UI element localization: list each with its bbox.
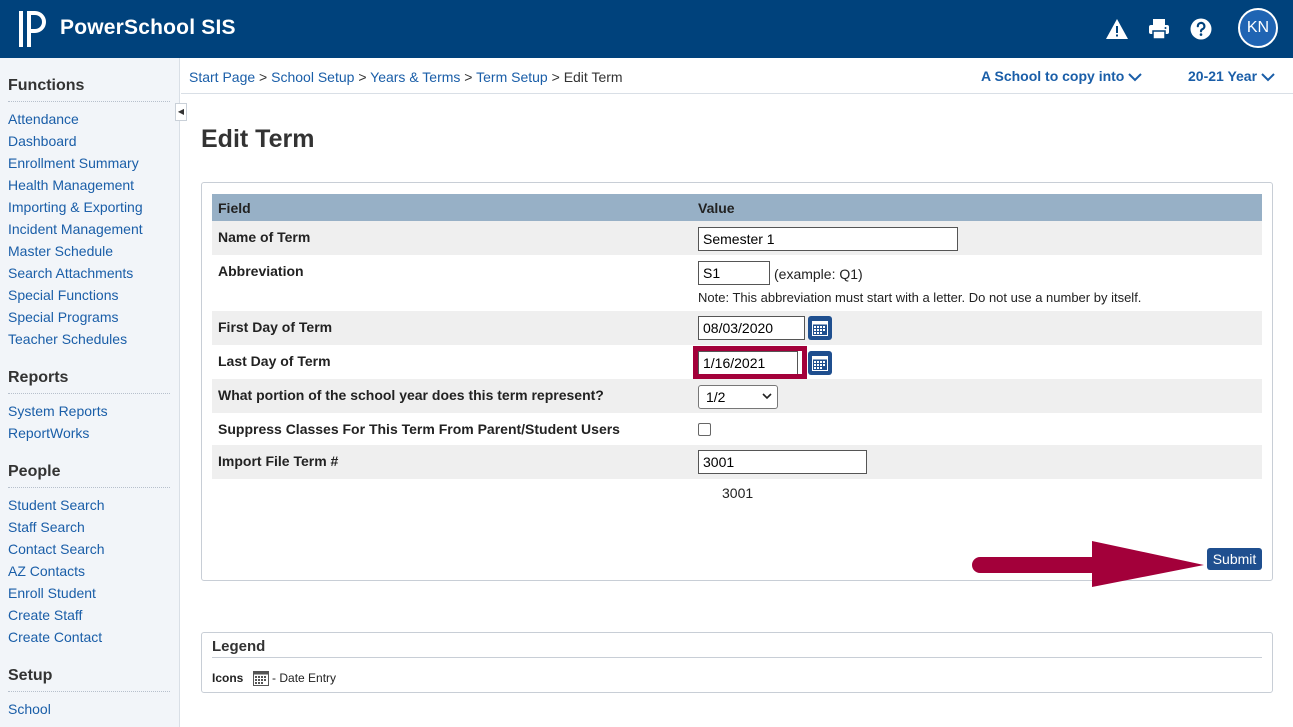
breadcrumb-separator: >	[259, 69, 268, 85]
breadcrumb-current: Edit Term	[563, 69, 623, 85]
table-header: Field Value	[212, 194, 1262, 221]
first-day-input[interactable]: 08/03/2020	[698, 316, 805, 340]
legend-icons-label: Icons	[212, 671, 244, 685]
page-title: Edit Term	[201, 125, 315, 153]
sidebar-section-title: Setup	[8, 667, 170, 692]
warning-icon[interactable]	[1105, 17, 1129, 41]
legend-title: Legend	[212, 638, 266, 655]
portion-label: What portion of the school year does thi…	[218, 387, 604, 403]
sidebar-item-reportworks[interactable]: ReportWorks	[8, 422, 170, 444]
printer-icon[interactable]	[1147, 17, 1171, 41]
sidebar-item-create-contact[interactable]: Create Contact	[8, 626, 170, 648]
legend-date-entry-label: - Date Entry	[272, 671, 337, 685]
sidebar-item-contact-search[interactable]: Contact Search	[8, 538, 170, 560]
breadcrumb-school-setup[interactable]: School Setup	[271, 69, 354, 85]
sidebar-item-az-contacts[interactable]: AZ Contacts	[8, 560, 170, 582]
breadcrumb-separator: >	[551, 69, 560, 85]
name-of-term-label: Name of Term	[218, 229, 311, 245]
breadcrumb-bar: Start Page > School Setup > Years & Term…	[181, 58, 1293, 94]
abbreviation-label: Abbreviation	[218, 263, 304, 279]
portion-row: What portion of the school year does thi…	[212, 379, 1262, 413]
sidebar-item-enrollment-summary[interactable]: Enrollment Summary	[8, 152, 170, 174]
sidebar-item-search-attachments[interactable]: Search Attachments	[8, 262, 170, 284]
abbreviation-example: (example: Q1)	[774, 266, 863, 282]
calendar-icon[interactable]	[808, 351, 832, 375]
sidebar-item-student-search[interactable]: Student Search	[8, 494, 170, 516]
arrow-pointer-icon	[972, 541, 1204, 587]
help-icon[interactable]	[1189, 17, 1213, 41]
first-day-row: First Day of Term 08/03/2020	[212, 311, 1262, 345]
chevron-down-icon	[762, 393, 772, 400]
suppress-row: Suppress Classes For This Term From Pare…	[212, 413, 1262, 447]
portion-select-value: 1/2	[706, 389, 726, 405]
sidebar-item-create-staff[interactable]: Create Staff	[8, 604, 170, 626]
sidebar-item-school[interactable]: School	[8, 698, 170, 720]
sidebar-item-enroll-student[interactable]: Enroll Student	[8, 582, 170, 604]
import-file-display: 3001	[722, 485, 754, 501]
edit-term-form: Field Value Name of Term Semester 1 Abbr…	[201, 182, 1273, 581]
top-header: PowerSchool SIS KN	[0, 0, 1293, 58]
sidebar-section-reports: Reports System Reports ReportWorks	[8, 369, 170, 444]
sidebar-item-health-management[interactable]: Health Management	[8, 174, 170, 196]
submit-button[interactable]: Submit	[1207, 548, 1262, 570]
sidebar-item-importing-exporting[interactable]: Importing & Exporting	[8, 196, 170, 218]
suppress-checkbox[interactable]	[698, 423, 711, 436]
sidebar-section-title: Functions	[8, 77, 170, 102]
school-selector-label: A School to copy into	[981, 68, 1125, 84]
breadcrumb-separator: >	[464, 69, 473, 85]
breadcrumb: Start Page > School Setup > Years & Term…	[189, 69, 623, 85]
app-name[interactable]: PowerSchool SIS	[60, 16, 236, 40]
sidebar-section-setup: Setup School	[8, 667, 170, 720]
name-of-term-input[interactable]: Semester 1	[698, 227, 958, 251]
import-file-row: Import File Term # 3001	[212, 445, 1262, 479]
sidebar-item-special-functions[interactable]: Special Functions	[8, 284, 170, 306]
column-header-field: Field	[218, 200, 251, 216]
chevron-down-icon	[1261, 73, 1275, 82]
name-of-term-row: Name of Term Semester 1	[212, 221, 1262, 255]
sidebar-item-staff-search[interactable]: Staff Search	[8, 516, 170, 538]
breadcrumb-years-terms[interactable]: Years & Terms	[370, 69, 460, 85]
breadcrumb-start-page[interactable]: Start Page	[189, 69, 255, 85]
column-header-value: Value	[698, 200, 735, 216]
sidebar-item-dashboard[interactable]: Dashboard	[8, 130, 170, 152]
breadcrumb-separator: >	[358, 69, 367, 85]
last-day-highlight-box	[693, 346, 807, 379]
suppress-label: Suppress Classes For This Term From Pare…	[218, 421, 620, 437]
last-day-label: Last Day of Term	[218, 353, 331, 369]
first-day-label: First Day of Term	[218, 319, 333, 335]
import-file-label: Import File Term #	[218, 453, 339, 469]
collapse-sidebar-icon[interactable]: ◀	[175, 103, 187, 121]
sidebar-item-master-schedule[interactable]: Master Schedule	[8, 240, 170, 262]
sidebar-item-special-programs[interactable]: Special Programs	[8, 306, 170, 328]
user-avatar[interactable]: KN	[1238, 8, 1278, 48]
sidebar-item-teacher-schedules[interactable]: Teacher Schedules	[8, 328, 170, 350]
sidebar-item-system-reports[interactable]: System Reports	[8, 400, 170, 422]
calendar-icon[interactable]	[808, 316, 832, 340]
sidebar: Functions Attendance Dashboard Enrollmen…	[0, 58, 180, 727]
breadcrumb-term-setup[interactable]: Term Setup	[476, 69, 548, 85]
abbreviation-row: Abbreviation S1 (example: Q1) Note: This…	[212, 255, 1262, 311]
legend-box: Legend Icons - Date Entry	[201, 632, 1273, 693]
import-file-input[interactable]: 3001	[698, 450, 867, 474]
sidebar-item-attendance[interactable]: Attendance	[8, 108, 170, 130]
legend-divider	[212, 657, 1262, 658]
sidebar-section-title: People	[8, 463, 170, 488]
calendar-icon	[252, 671, 269, 686]
year-selector[interactable]: 20-21 Year	[1188, 68, 1275, 84]
year-selector-label: 20-21 Year	[1188, 68, 1258, 84]
legend-row: Icons - Date Entry	[212, 670, 336, 686]
powerschool-logo-icon[interactable]	[18, 9, 48, 49]
portion-select[interactable]: 1/2	[698, 385, 778, 409]
school-selector[interactable]: A School to copy into	[981, 68, 1143, 84]
chevron-down-icon	[1128, 73, 1143, 82]
abbreviation-note: Note: This abbreviation must start with …	[698, 290, 1142, 305]
abbreviation-input[interactable]: S1	[698, 261, 770, 285]
sidebar-section-functions: Functions Attendance Dashboard Enrollmen…	[8, 77, 170, 350]
sidebar-section-title: Reports	[8, 369, 170, 394]
sidebar-item-incident-management[interactable]: Incident Management	[8, 218, 170, 240]
sidebar-section-people: People Student Search Staff Search Conta…	[8, 463, 170, 648]
